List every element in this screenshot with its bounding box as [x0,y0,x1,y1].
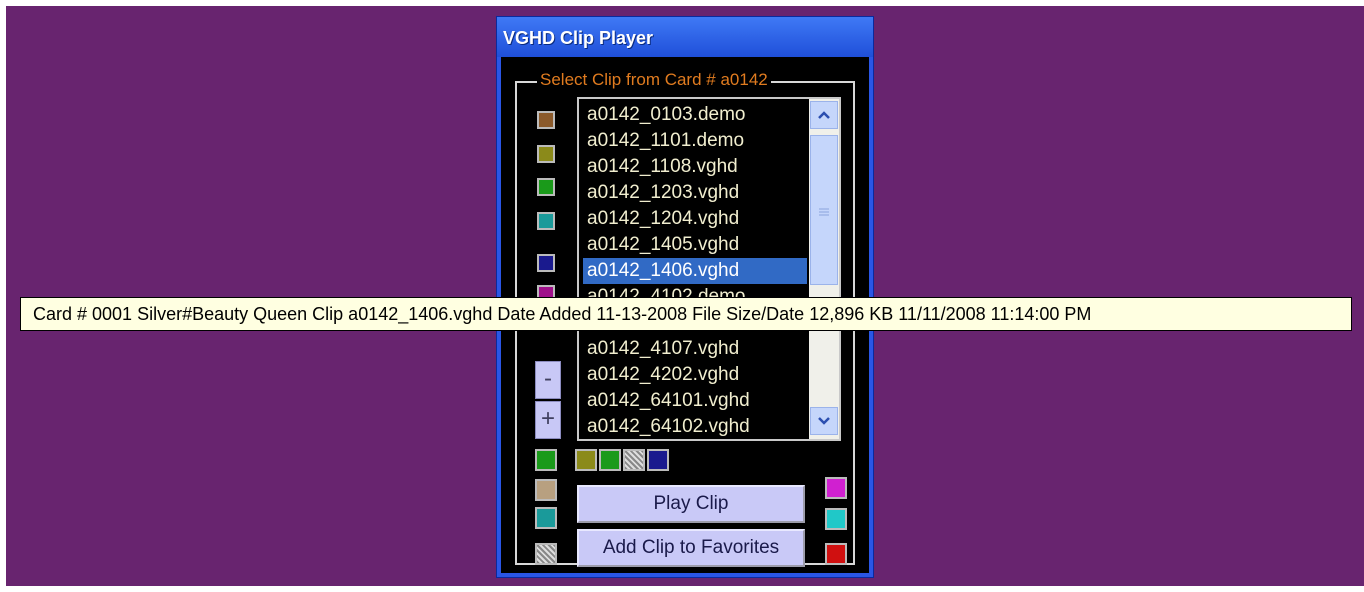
scroll-thumb[interactable] [810,135,838,285]
clip-list[interactable]: a0142_0103.demo a0142_1101.demo a0142_11… [577,97,841,441]
list-item[interactable]: a0142_64102.vghd [583,414,807,439]
title-bar[interactable]: VGHD Clip Player [497,17,873,57]
color-swatch-teal[interactable] [537,212,555,230]
scroll-up-button[interactable] [810,101,838,129]
color-swatch-magenta[interactable] [825,477,847,499]
color-swatch-green[interactable] [599,449,621,471]
group-label: Select Clip from Card # a0142 [537,70,771,90]
color-swatch-navy[interactable] [647,449,669,471]
list-item[interactable]: a0142_4202.vghd [583,362,807,388]
list-item[interactable]: a0142_1204.vghd [583,206,807,232]
color-swatch-green[interactable] [537,178,555,196]
list-item[interactable]: a0142_1203.vghd [583,180,807,206]
chevron-down-icon [818,417,830,425]
add-to-favorites-button[interactable]: Add Clip to Favorites [577,529,805,567]
play-clip-button[interactable]: Play Clip [577,485,805,523]
color-swatch-cyan[interactable] [825,508,847,530]
color-swatch-green[interactable] [535,449,557,471]
window-title: VGHD Clip Player [503,28,654,48]
list-item[interactable]: a0142_64101.vghd [583,388,807,414]
chevron-up-icon [818,111,830,119]
color-swatch-pattern[interactable] [623,449,645,471]
color-swatch-brown[interactable] [537,111,555,129]
zoom-out-button[interactable]: - [535,361,561,399]
list-item[interactable]: a0142_1108.vghd [583,154,807,180]
list-item[interactable]: a0142_1101.demo [583,128,807,154]
color-swatch-checker[interactable] [535,543,557,565]
clip-info-tooltip: Card # 0001 Silver#Beauty Queen Clip a01… [20,297,1352,331]
zoom-in-button[interactable]: + [535,401,561,439]
color-swatch-teal[interactable] [535,507,557,529]
list-item[interactable]: a0142_4107.vghd [583,336,807,362]
grip-icon [819,208,829,216]
scroll-down-button[interactable] [810,407,838,435]
color-swatch-red[interactable] [825,543,847,565]
list-item[interactable]: a0142_1405.vghd [583,232,807,258]
list-item-selected[interactable]: a0142_1406.vghd [583,258,807,284]
color-swatch-navy[interactable] [537,254,555,272]
list-item[interactable]: a0142_0103.demo [583,102,807,128]
color-swatch-tan[interactable] [535,479,557,501]
color-swatch-olive[interactable] [537,145,555,163]
color-swatch-olive[interactable] [575,449,597,471]
list-scrollbar[interactable] [809,99,839,439]
